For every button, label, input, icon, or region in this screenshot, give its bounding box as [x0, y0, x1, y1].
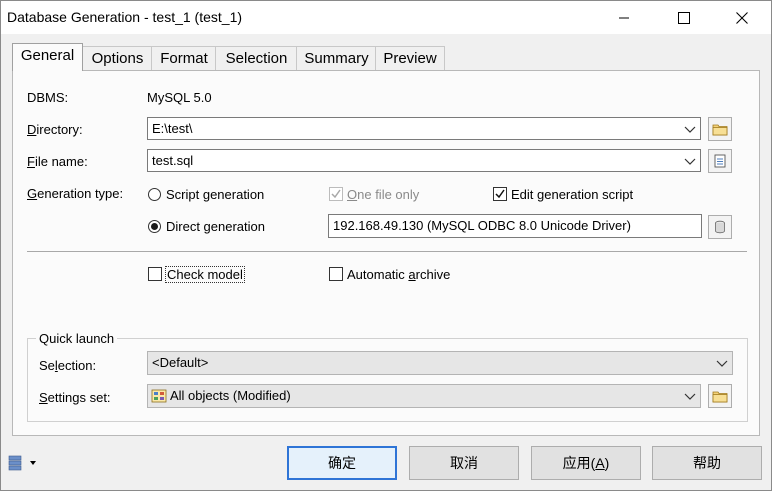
selection-label-rest: ection: — [57, 358, 97, 373]
dialog-window: Database Generation - test_1 (test_1) Ge… — [0, 0, 772, 491]
maximize-icon — [678, 11, 690, 24]
folder-icon — [712, 391, 728, 403]
auto-archive-rest: rchive — [415, 267, 451, 282]
settings-set-label: Settings set: — [39, 390, 111, 405]
database-icon — [715, 220, 725, 234]
filename-combo[interactable]: test.sql — [147, 149, 701, 172]
general-tab-panel: DBMS: MySQL 5.0 Directory: E:\test\ File… — [12, 70, 760, 436]
one-file-only-label-text: ne file only — [357, 187, 420, 202]
directory-mnemonic: D — [27, 122, 37, 137]
directory-label-text: irectory: — [36, 122, 83, 137]
checkmark-icon — [331, 189, 341, 199]
checkmark-icon — [495, 189, 505, 199]
close-icon — [736, 11, 748, 24]
section-divider — [27, 251, 747, 252]
tab-format-label: Format — [160, 50, 208, 67]
directory-value: E:\test\ — [152, 121, 193, 136]
tab-preview[interactable]: Preview — [375, 46, 445, 71]
help-button[interactable]: 帮助 — [652, 446, 762, 480]
selection-label: Selection: — [39, 358, 96, 373]
apply-button[interactable]: 应用(A) — [531, 446, 641, 480]
tab-preview-label: Preview — [383, 50, 437, 67]
one-file-only-label: One file only — [347, 187, 419, 202]
dialog-menu-button[interactable] — [8, 455, 40, 471]
selection-value: <Default> — [152, 355, 209, 370]
tab-general[interactable]: General — [12, 43, 83, 71]
tab-selection[interactable]: Selection — [215, 46, 298, 71]
cancel-button-label: 取消 — [450, 455, 478, 471]
dialog-menu-icon — [8, 455, 36, 471]
filename-label: File name: — [27, 154, 88, 169]
settings-label-rest: ettings set: — [47, 390, 111, 405]
dbms-label: DBMS: — [27, 90, 69, 105]
script-generation-radio[interactable] — [148, 188, 161, 201]
selection-label-pre: Se — [39, 358, 55, 373]
browse-directory-button[interactable] — [708, 117, 732, 141]
chevron-down-icon — [684, 126, 696, 133]
data-source-field[interactable]: 192.168.49.130 (MySQL ODBC 8.0 Unicode D… — [328, 214, 702, 238]
script-generation-label[interactable]: Script generation — [166, 187, 264, 202]
apply-label-post: ) — [604, 455, 610, 471]
browse-settings-button[interactable] — [708, 384, 732, 408]
auto-archive-pre: Automatic — [347, 267, 409, 282]
close-button[interactable] — [719, 1, 765, 34]
direct-generation-label[interactable]: Direct generation — [166, 219, 265, 234]
tab-summary[interactable]: Summary — [296, 46, 377, 71]
tab-options[interactable]: Options — [82, 46, 153, 71]
check-model-checkbox[interactable] — [148, 267, 162, 281]
tab-summary-label: Summary — [304, 50, 369, 67]
generation-type-label: Generation type: — [27, 186, 123, 201]
apply-label-pre: 应用( — [562, 455, 596, 471]
settings-set-icon — [151, 389, 167, 403]
ok-button-label: 确定 — [328, 455, 356, 471]
apply-mnemonic: A — [595, 455, 605, 471]
edit-generation-script-checkbox[interactable] — [493, 187, 507, 201]
browse-file-button[interactable] — [708, 149, 732, 173]
filename-value: test.sql — [152, 153, 194, 168]
cancel-button[interactable]: 取消 — [409, 446, 519, 480]
minimize-button[interactable] — [601, 1, 647, 34]
apply-button-label: 应用(A) — [563, 453, 610, 473]
filename-mnemonic: F — [27, 154, 35, 169]
settings-set-value: All objects (Modified) — [170, 388, 291, 403]
dbms-value: MySQL 5.0 — [147, 90, 212, 105]
edit-generation-script-label[interactable]: Edit generation script — [511, 187, 633, 202]
automatic-archive-label[interactable]: Automatic archive — [347, 267, 450, 282]
settings-set-combo[interactable]: All objects (Modified) — [147, 384, 701, 408]
select-data-source-button[interactable] — [708, 215, 732, 239]
auto-archive-mnemonic: a — [408, 267, 416, 282]
one-file-only-mnemonic: O — [347, 187, 358, 202]
gentype-mnemonic: G — [27, 186, 38, 201]
filename-label-text: ile name: — [34, 154, 88, 169]
data-source-value: 192.168.49.130 (MySQL ODBC 8.0 Unicode D… — [333, 218, 631, 233]
check-model-label[interactable]: Check model — [165, 266, 245, 283]
window-title: Database Generation - test_1 (test_1) — [7, 9, 243, 25]
one-file-only-checkbox[interactable] — [329, 187, 343, 201]
tab-options-label: Options — [91, 50, 144, 67]
chevron-down-icon — [684, 158, 696, 165]
settings-mnemonic: S — [39, 390, 48, 405]
directory-label: Directory: — [27, 122, 83, 137]
chevron-down-icon — [716, 360, 728, 367]
ok-button[interactable]: 确定 — [287, 446, 397, 480]
help-button-label: 帮助 — [693, 455, 721, 471]
file-icon — [714, 154, 726, 168]
tab-selection-label: Selection — [225, 50, 288, 67]
minimize-icon — [619, 17, 629, 18]
maximize-button[interactable] — [661, 1, 707, 34]
title-bar[interactable]: Database Generation - test_1 (test_1) — [1, 1, 771, 34]
selection-combo[interactable]: <Default> — [147, 351, 733, 375]
direct-generation-radio[interactable] — [148, 220, 161, 233]
tab-general-label: General — [20, 47, 75, 64]
folder-icon — [712, 124, 728, 136]
directory-combo[interactable]: E:\test\ — [147, 117, 701, 140]
automatic-archive-checkbox[interactable] — [329, 267, 343, 281]
quick-launch-title: Quick launch — [36, 331, 118, 346]
tab-format[interactable]: Format — [151, 46, 217, 71]
chevron-down-icon — [684, 393, 696, 400]
gentype-label-text: eneration type: — [37, 186, 124, 201]
